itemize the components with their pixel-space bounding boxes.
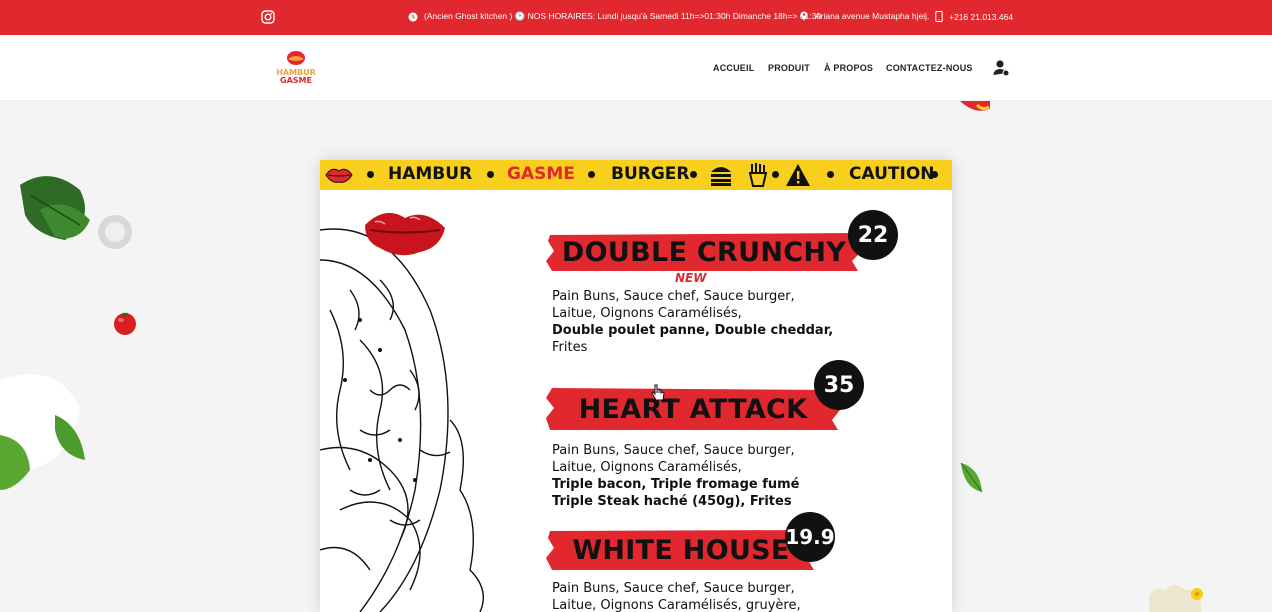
separator-dot [588, 171, 595, 178]
description-line: Triple bacon, Triple fromage fumé [552, 477, 800, 492]
nav-produit[interactable]: PRODUIT [768, 63, 810, 73]
item-name: HEART ATTACK [578, 393, 808, 425]
tomato-decoration [114, 312, 136, 335]
nav-a-propos[interactable]: À PROPOS [824, 63, 873, 73]
item-price-badge: 19.9 [785, 512, 835, 562]
item-name: WHITE HOUSE [572, 534, 790, 566]
lettuce-decoration [0, 374, 85, 490]
phone[interactable]: +216 21.013.464 [935, 11, 1013, 22]
burger-illustration [320, 212, 484, 612]
strip-word-caution: CAUTION [849, 164, 935, 184]
site-header: HAMBUR GASME ACCUEIL PRODUIT À PROPOS CO… [0, 35, 1272, 101]
menu-card-image: HAMBUR GASME BURGER CAUTION DOUBLE CRUNC… [320, 160, 952, 612]
strip-word-hambur: HAMBUR [388, 164, 473, 184]
separator-dot [690, 171, 697, 178]
pepper-decoration [960, 101, 990, 111]
instagram-icon[interactable] [261, 10, 275, 24]
strip-word-burger: BURGER [611, 164, 690, 184]
item-name: DOUBLE CRUNCHY [561, 236, 847, 268]
description-line: Laitue, Oignons Caramélisés, [552, 306, 742, 321]
opening-hours-text: (Ancien Ghost kitchen ) 🕑 NOS HORAIRES: … [424, 11, 822, 21]
description-line: Laitue, Oignons Caramélisés, gruyère, [552, 598, 801, 612]
site-logo[interactable]: HAMBUR GASME [276, 47, 316, 89]
logo-text-bottom: GASME [280, 76, 312, 85]
separator-dot [772, 171, 779, 178]
item-title-banner: DOUBLE CRUNCHY [546, 231, 862, 271]
item-title-banner: HEART ATTACK [546, 386, 840, 430]
opening-hours: (Ancien Ghost kitchen ) 🕑 NOS HORAIRES: … [408, 11, 821, 22]
description-line: Laitue, Oignons Caramélisés, [552, 460, 742, 475]
item-title-banner: WHITE HOUSE [546, 528, 816, 570]
menu-header-strip: HAMBUR GASME BURGER CAUTION [320, 160, 952, 190]
fries-icon [748, 163, 768, 187]
phone-icon [935, 11, 943, 22]
top-info-bar: (Ancien Ghost kitchen ) 🕑 NOS HORAIRES: … [0, 0, 1272, 35]
description-line: Triple Steak haché (450g), Frites [552, 494, 792, 509]
item-description: Pain Buns, Sauce chef, Sauce burger, Lai… [552, 288, 852, 356]
separator-dot [367, 171, 374, 178]
item-price-badge: 35 [814, 360, 864, 410]
warning-icon [786, 164, 810, 186]
burger-icon [711, 167, 731, 186]
address: Ariana avenue Mustapha hjeij. [799, 11, 929, 21]
description-line: Pain Buns, Sauce chef, Sauce burger, [552, 443, 795, 458]
item-price-badge: 22 [848, 210, 898, 260]
new-badge: NEW [675, 271, 707, 285]
food-cart-icon[interactable] [1143, 578, 1205, 612]
item-description: Pain Buns, Sauce chef, Sauce burger, Lai… [552, 580, 852, 612]
location-icon [800, 11, 808, 21]
basil-leaf-decoration [20, 176, 90, 240]
nav-accueil[interactable]: ACCUEIL [713, 63, 754, 73]
separator-dot [827, 171, 834, 178]
description-line: Pain Buns, Sauce chef, Sauce burger, [552, 581, 795, 596]
nav-contactez-nous[interactable]: CONTACTEZ-NOUS [886, 63, 973, 73]
separator-dot [931, 171, 938, 178]
hand-cursor-icon [651, 384, 665, 401]
item-description: Pain Buns, Sauce chef, Sauce burger, Lai… [552, 442, 852, 510]
garlic-decoration [98, 215, 132, 249]
clock-icon [408, 12, 418, 21]
address-text: Ariana avenue Mustapha hjeij. [815, 11, 930, 21]
separator-dot [487, 171, 494, 178]
description-line: Double poulet panne, Double cheddar, [552, 323, 834, 338]
strip-word-gasme: GASME [507, 164, 575, 184]
description-line: Pain Buns, Sauce chef, Sauce burger, [552, 289, 795, 304]
phone-text[interactable]: +216 21.013.464 [949, 12, 1013, 22]
leaf-decoration [960, 462, 983, 493]
description-line: Frites [552, 340, 588, 355]
lips-icon [325, 168, 353, 183]
user-account-icon[interactable] [992, 59, 1010, 77]
